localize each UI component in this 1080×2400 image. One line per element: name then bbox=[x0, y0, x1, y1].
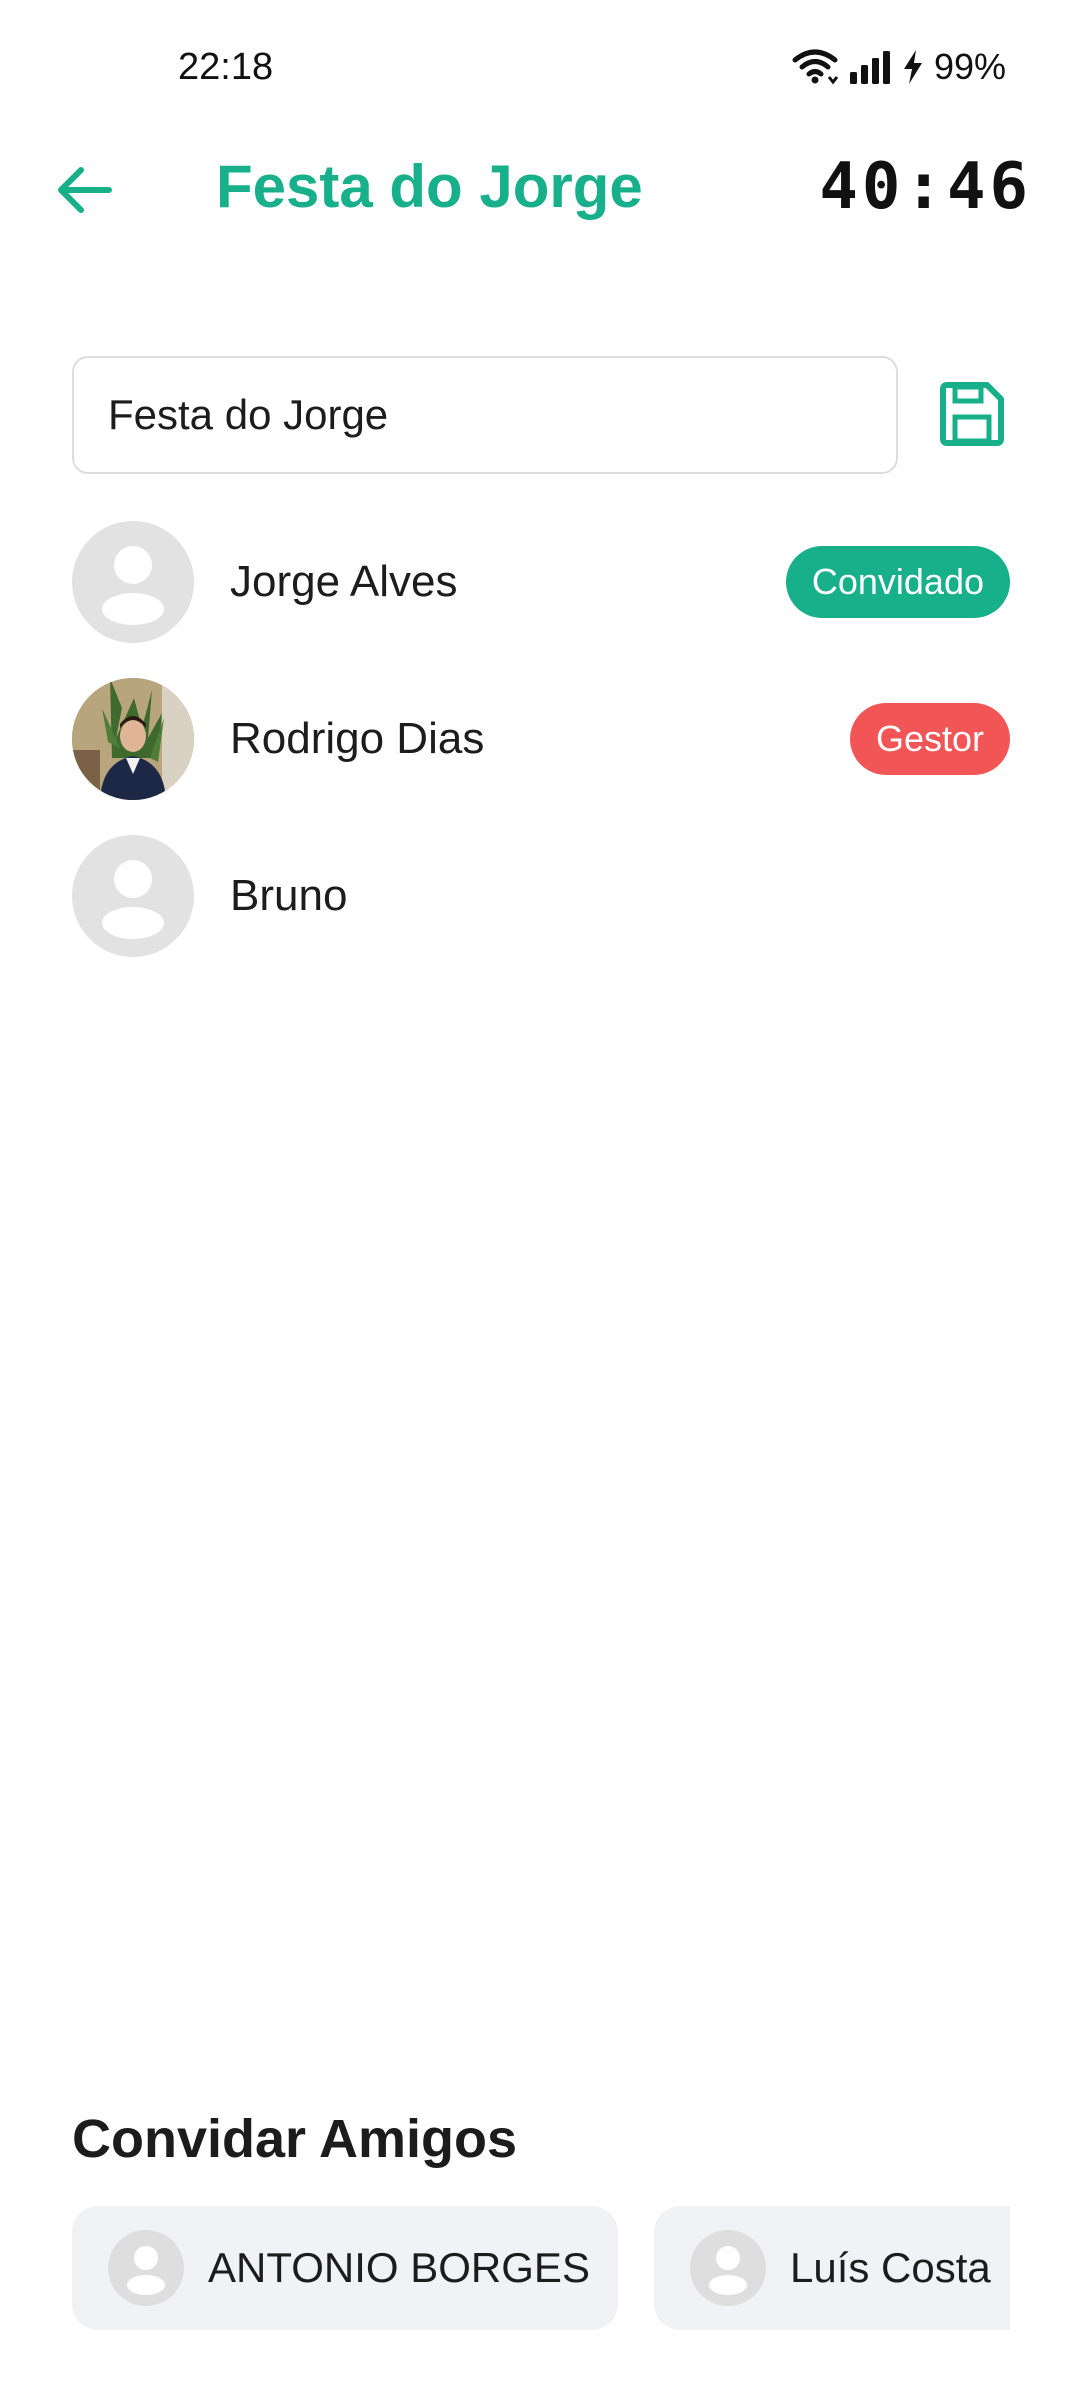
participant-row[interactable]: Jorge Alves Convidado bbox=[72, 520, 1010, 644]
user-icon bbox=[102, 546, 164, 625]
save-button[interactable] bbox=[936, 378, 1008, 450]
avatar bbox=[72, 521, 194, 643]
friend-chip[interactable]: Luís Costa bbox=[654, 2206, 1010, 2330]
participant-row[interactable]: Bruno bbox=[72, 834, 1010, 958]
avatar bbox=[72, 835, 194, 957]
screen: 22:18 99% Festa do Jorge 40:46 Festa do … bbox=[0, 0, 1080, 2400]
participant-row[interactable]: Rodrigo Dias Gestor bbox=[72, 677, 1010, 801]
user-icon bbox=[102, 860, 164, 939]
countdown-timer: 40:46 bbox=[819, 150, 1032, 224]
avatar bbox=[108, 2230, 184, 2306]
role-badge-gestor: Gestor bbox=[849, 703, 1010, 775]
invite-friends-title: Convidar Amigos bbox=[72, 2109, 518, 2169]
status-time: 22:18 bbox=[178, 46, 274, 88]
user-icon bbox=[127, 2246, 165, 2295]
profile-photo bbox=[72, 678, 194, 800]
page-title: Festa do Jorge bbox=[216, 153, 643, 220]
avatar bbox=[72, 678, 194, 800]
signal-icon bbox=[848, 50, 892, 84]
user-icon bbox=[709, 2246, 747, 2295]
charging-icon bbox=[902, 49, 924, 85]
friend-chip[interactable]: ANTONIO BORGES bbox=[72, 2206, 618, 2330]
app-header: Festa do Jorge 40:46 bbox=[0, 140, 1080, 240]
participant-name: Jorge Alves bbox=[230, 557, 458, 606]
role-badge-convidado: Convidado bbox=[785, 546, 1010, 618]
wifi-icon bbox=[792, 49, 838, 85]
participant-name: Bruno bbox=[230, 871, 348, 920]
friend-name: Luís Costa bbox=[790, 2244, 991, 2291]
avatar bbox=[690, 2230, 766, 2306]
arrow-left-icon bbox=[58, 167, 112, 213]
friends-carousel[interactable]: ANTONIO BORGES Luís Costa bbox=[72, 2206, 1010, 2330]
event-name-input[interactable] bbox=[72, 356, 898, 474]
status-bar: 22:18 99% bbox=[0, 0, 1080, 140]
battery-percentage: 99% bbox=[933, 46, 1006, 87]
friend-name: ANTONIO BORGES bbox=[208, 2244, 590, 2291]
floppy-disk-icon bbox=[940, 382, 1004, 446]
back-button[interactable] bbox=[52, 158, 116, 222]
participant-name: Rodrigo Dias bbox=[230, 714, 485, 763]
status-icons: 99% bbox=[792, 44, 1006, 90]
